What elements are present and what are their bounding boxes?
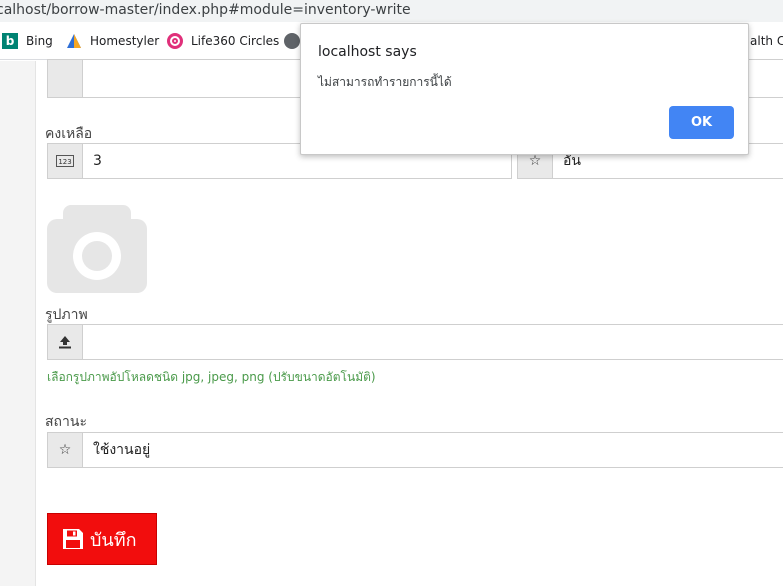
globe-icon [284,33,300,49]
status-value: ใช้งานอยู่ [93,442,151,458]
image-upload-field[interactable] [47,324,783,360]
url-text: calhost/borrow-master/index.php#module=i… [0,2,411,18]
status-field[interactable]: ☆ ใช้งานอยู่ [47,432,783,468]
bookmark-truncated[interactable]: alth Ch [750,32,783,50]
bookmark-bing[interactable]: b Bing [2,32,53,50]
status-label: สถานะ [45,414,87,430]
dialog-message: ไม่สามารถทำรายการนี้ได้ [318,75,452,89]
save-button-label: บันทึก [90,529,137,551]
bookmark-label: alth Ch [750,34,783,48]
homestyler-icon [66,33,82,49]
bookmark-life360[interactable]: Life360 Circles [167,32,279,50]
bookmark-homestyler[interactable]: Homestyler [66,32,159,50]
camera-placeholder-image [47,205,147,293]
remaining-label: คงเหลือ [45,126,93,142]
save-button[interactable]: บันทึก [47,513,157,565]
bookmark-label: Homestyler [90,34,160,48]
alert-dialog: localhost says ไม่สามารถทำรายการนี้ได้ O… [300,23,749,155]
number-icon: 123 [48,144,83,178]
page-gutter [0,61,36,586]
top-field-addon [48,60,83,97]
dialog-title: localhost says [318,44,417,60]
remaining-value: 3 [93,153,102,169]
bing-icon: b [2,33,18,49]
address-bar[interactable]: calhost/borrow-master/index.php#module=i… [0,0,783,22]
ok-button[interactable]: OK [669,106,734,139]
bookmark-label: Life360 Circles [191,34,280,48]
upload-icon [48,325,83,359]
image-label: รูปภาพ [45,307,88,323]
floppy-disk-icon [63,529,83,549]
image-hint: เลือกรูปภาพอัปโหลดชนิด jpg, jpeg, png (ป… [47,370,376,384]
bookmark-label: Bing [26,34,53,48]
life360-icon [167,33,183,49]
star-icon: ☆ [48,433,83,467]
svg-text:123: 123 [58,158,71,166]
